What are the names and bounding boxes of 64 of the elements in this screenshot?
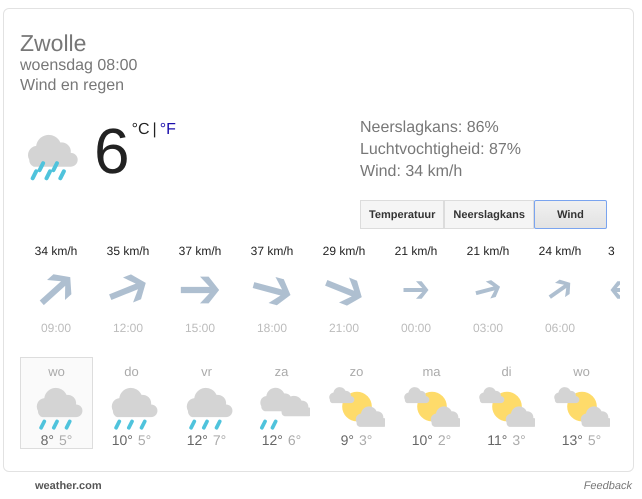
low-temp: 2° [438,432,452,448]
hour-label: 12:00 [112,321,144,335]
day-forecast[interactable]: vr 12° 7° [170,357,243,449]
celsius-link[interactable]: °C [132,121,150,139]
day-label: do [124,364,139,379]
hour-label: 06:00 [544,321,576,335]
low-temp: 5° [59,432,72,448]
wind-speed: 3 [608,243,615,259]
high-temp: 12° [186,432,208,448]
day-label: zo [350,364,364,379]
day-forecast[interactable]: zo 9° 3° [320,357,393,449]
high-temp: 8° [40,432,54,448]
hour-label: 09:00 [40,321,72,335]
hour-label: 18:00 [256,321,288,335]
wind-speed: 37 km/h [178,243,222,259]
tab[interactable]: Neerslagkans [444,200,534,229]
high-temp: 11° [487,432,508,448]
high-temp: 10° [112,432,133,448]
day-label: di [501,364,512,379]
hour-label: 21:00 [328,321,360,335]
wind-speed: 37 km/h [250,243,294,259]
fahrenheit-link[interactable]: °F [160,121,176,139]
high-temp: 12° [262,432,283,448]
low-temp: 3° [359,432,372,448]
day-label: za [274,364,288,379]
low-temp: 5° [588,432,602,448]
hour-label: 00:00 [400,321,432,335]
wind-speed: 29 km/h [322,243,366,259]
wind-speed: 21 km/h [466,243,510,259]
tab[interactable]: Wind [534,200,607,229]
detail-text: Luchtvochtigheid: 87% [360,140,522,160]
source-link[interactable]: weather.com [35,480,102,492]
wind-speed: 34 km/h [34,243,78,259]
condition-text: Wind en regen [20,76,126,96]
day-label: wo [48,364,65,379]
wind-speed: 21 km/h [394,243,438,259]
day-label: wo [573,364,590,379]
day-label: ma [422,364,441,379]
temperature: 6 [94,119,130,183]
tab[interactable]: Temperatuur [360,200,444,229]
high-temp: 10° [412,432,433,448]
low-temp: 3° [512,432,526,448]
low-temp: 6° [288,432,302,448]
detail-text: Neerslagkans: 86% [360,118,500,138]
day-label: vr [201,364,212,379]
date-time: woensdag 08:00 [20,56,138,76]
wind-speed: 35 km/h [106,243,150,259]
hour-label: 03:00 [472,321,504,335]
low-temp: 7° [212,432,226,448]
day-forecast[interactable]: za 12° 6° [245,357,318,449]
day-forecast[interactable]: di 11° 3° [470,357,543,449]
feedback-link[interactable]: Feedback [584,480,632,492]
detail-text: Wind: 34 km/h [360,162,464,182]
high-temp: 9° [340,432,354,448]
hour-label: 15:00 [184,321,216,335]
day-forecast[interactable]: ma 10° 2° [395,357,468,449]
day-forecast[interactable]: wo 13° 5° [545,357,618,449]
low-temp: 5° [138,432,152,448]
wind-speed: 24 km/h [538,243,582,259]
unit-separator: | [152,121,157,139]
location-title: Zwolle [20,30,88,56]
day-forecast[interactable]: do 10° 5° [95,357,168,449]
high-temp: 13° [562,432,583,448]
day-forecast[interactable]: wo 8° 5° [20,357,93,449]
